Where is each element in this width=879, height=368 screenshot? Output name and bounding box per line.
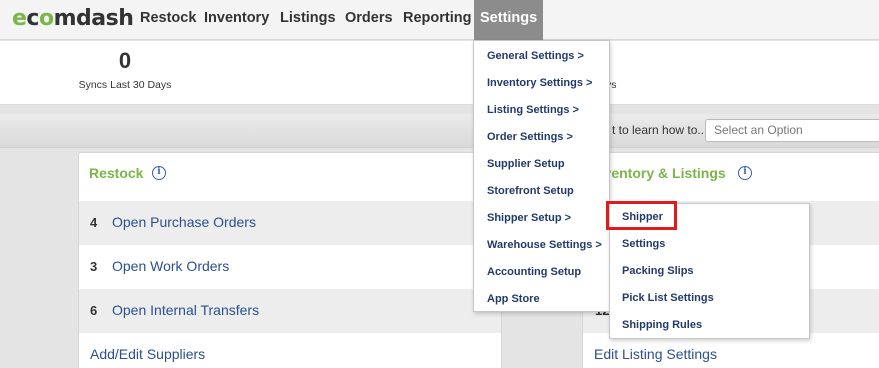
inventory-panel-title: nventory & Listings — [595, 165, 726, 181]
help-bar: t to learn how to... Select an Option — [0, 114, 879, 148]
nav-inventory[interactable]: Inventory — [204, 0, 269, 38]
stats-bar: 0 Syncs Last 30 Days ys — [0, 41, 879, 105]
row-count: 4 — [90, 215, 98, 230]
restock-row[interactable]: 4 Open Purchase Orders — [79, 201, 501, 245]
submenu-settings[interactable]: Settings — [622, 238, 665, 250]
restock-row[interactable]: Add/Edit Suppliers — [79, 333, 501, 368]
menu-shipper-setup[interactable]: Shipper Setup > — [487, 212, 571, 224]
add-edit-suppliers-link[interactable]: Add/Edit Suppliers — [90, 346, 205, 362]
open-work-orders-link[interactable]: Open Work Orders — [112, 258, 229, 274]
edit-listing-settings-link[interactable]: Edit Listing Settings — [594, 346, 717, 362]
menu-supplier-setup[interactable]: Supplier Setup — [487, 158, 565, 170]
menu-order-settings[interactable]: Order Settings > — [487, 131, 573, 143]
open-internal-transfers-link[interactable]: Open Internal Transfers — [112, 302, 259, 318]
nav-settings[interactable]: Settings — [474, 0, 544, 40]
ecomdash-logo[interactable]: ecomdash — [12, 6, 134, 31]
menu-app-store[interactable]: App Store — [487, 293, 540, 305]
help-text: t to learn how to... — [612, 123, 708, 137]
restock-row[interactable]: 6 Open Internal Transfers — [79, 289, 501, 333]
settings-dropdown-menu: General Settings > Inventory Settings > … — [473, 40, 610, 312]
row-count: 6 — [90, 303, 98, 318]
restock-row[interactable]: 3 Open Work Orders — [79, 245, 501, 289]
help-topic-select[interactable]: Select an Option — [705, 119, 879, 142]
submenu-shipping-rules[interactable]: Shipping Rules — [622, 319, 702, 331]
menu-storefront-setup[interactable]: Storefront Setup — [487, 185, 574, 197]
submenu-packing-slips[interactable]: Packing Slips — [622, 265, 694, 277]
shipper-highlight-box — [606, 201, 677, 230]
menu-listing-settings[interactable]: Listing Settings > — [487, 104, 579, 116]
menu-warehouse-settings[interactable]: Warehouse Settings > — [487, 239, 602, 251]
info-icon[interactable]: i — [738, 166, 752, 180]
row-count: 3 — [90, 259, 98, 274]
top-navbar: ecomdash Restock Inventory Listings Orde… — [0, 0, 879, 40]
nav-restock[interactable]: Restock — [140, 0, 196, 38]
menu-accounting-setup[interactable]: Accounting Setup — [487, 266, 581, 278]
syncs-count: 0 — [118, 48, 132, 73]
nav-listings[interactable]: Listings — [280, 0, 336, 38]
submenu-pick-list-settings[interactable]: Pick List Settings — [622, 292, 714, 304]
restock-panel-title: Restock — [89, 165, 144, 181]
restock-panel: Restock i 4 Open Purchase Orders 3 Open … — [78, 152, 502, 368]
menu-general-settings[interactable]: General Settings > — [487, 50, 584, 62]
nav-reporting[interactable]: Reporting — [403, 0, 471, 38]
syncs-label: Syncs Last 30 Days — [78, 79, 172, 91]
info-icon[interactable]: i — [152, 166, 166, 180]
open-purchase-orders-link[interactable]: Open Purchase Orders — [112, 214, 256, 230]
nav-orders[interactable]: Orders — [345, 0, 393, 38]
menu-inventory-settings[interactable]: Inventory Settings > — [487, 77, 592, 89]
